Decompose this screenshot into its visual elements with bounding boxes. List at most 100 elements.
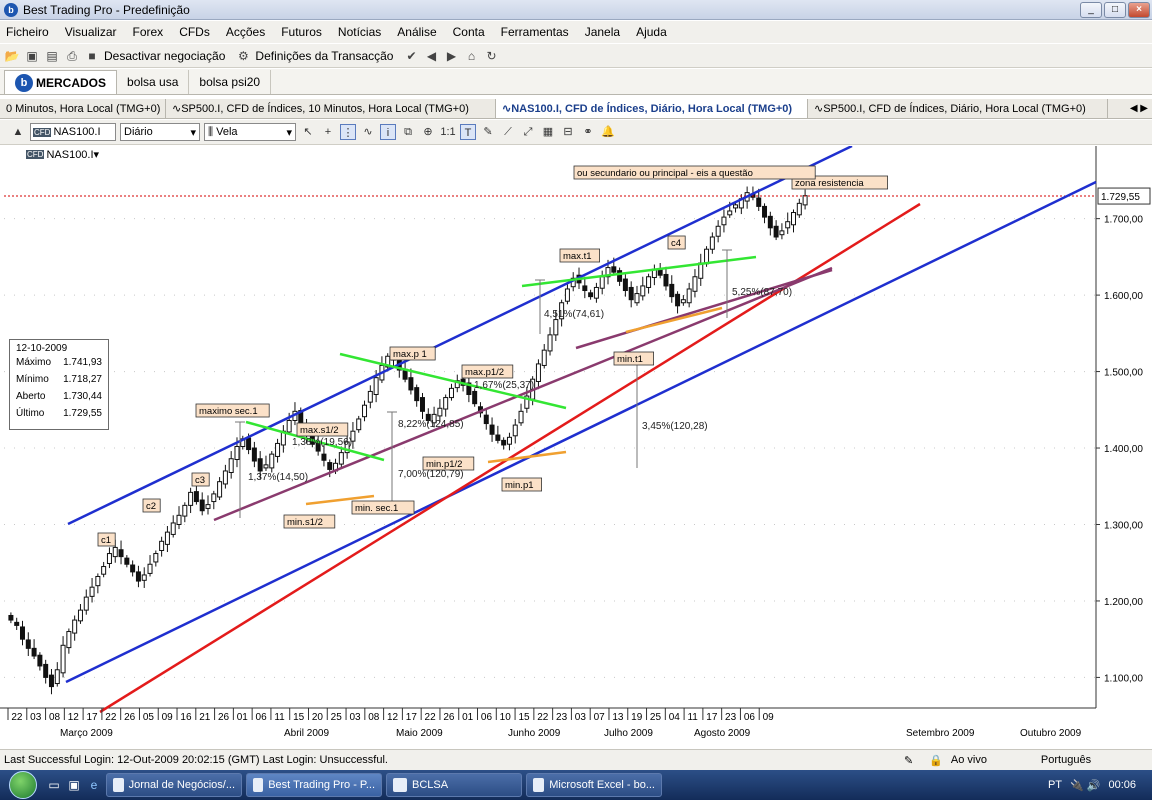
home-icon[interactable]: ⌂: [463, 48, 479, 64]
candle-body: [130, 564, 136, 573]
candle-body: [246, 437, 252, 451]
x-day-label: 06: [481, 712, 493, 723]
minimize-button[interactable]: _: [1080, 2, 1102, 18]
menu-analise[interactable]: Análise: [397, 25, 436, 39]
candle-body: [77, 609, 83, 622]
save-all-icon[interactable]: ▤: [44, 48, 60, 64]
layers-icon[interactable]: ▦: [540, 124, 556, 140]
deactivate-trading-icon[interactable]: ■: [84, 48, 100, 64]
lock-icon: 🔒: [929, 754, 943, 767]
menu-accoes[interactable]: Acções: [226, 25, 265, 39]
line-tool-icon[interactable]: ⟋: [500, 124, 516, 140]
window-title: Best Trading Pro - Predefinição: [23, 2, 190, 17]
indicator-icon[interactable]: ∿: [360, 124, 376, 140]
start-button[interactable]: [0, 770, 46, 800]
cfd-icon: CFD: [33, 127, 52, 137]
x-day-label: 08: [49, 712, 61, 723]
link-icon[interactable]: ⚭: [580, 124, 596, 140]
tray-icons[interactable]: 🔌 🔊: [1070, 779, 1100, 792]
collapse-icon[interactable]: ▲: [10, 124, 26, 140]
tab-bolsa-usa[interactable]: bolsa usa: [117, 70, 190, 94]
zoom-icon[interactable]: ⊕: [420, 124, 436, 140]
show-desktop-icon[interactable]: ▭: [46, 777, 62, 793]
tab-bolsa-psi20[interactable]: bolsa psi20: [189, 70, 272, 94]
candle-body: [164, 531, 170, 545]
deactivate-trading-button[interactable]: Desactivar negociação: [104, 49, 225, 63]
grid-icon[interactable]: ⋮: [340, 124, 356, 140]
y-tick-label: 1.200,00: [1104, 597, 1143, 608]
annotation-label: ou secundario ou principal - eis a quest…: [577, 168, 753, 179]
settings-icon[interactable]: ⚙: [235, 48, 251, 64]
candle-body: [675, 293, 681, 307]
candle-body: [31, 647, 37, 657]
price-chart[interactable]: 1.100,00 1.200,00 1.300,00 1.400,00 1.500,00…: [0, 144, 1152, 742]
menu-janela[interactable]: Janela: [585, 25, 620, 39]
menu-conta[interactable]: Conta: [453, 25, 485, 39]
task-excel[interactable]: Microsoft Excel - bo...: [526, 773, 662, 797]
close-button[interactable]: ×: [1128, 2, 1150, 18]
menu-futuros[interactable]: Futuros: [281, 25, 322, 39]
input-language[interactable]: PT: [1048, 779, 1062, 791]
candle-body: [785, 221, 791, 229]
taskbar: ▭ ▣ e Jornal de Negócios/... Best Tradin…: [0, 770, 1152, 800]
menu-ajuda[interactable]: Ajuda: [636, 25, 667, 39]
ohlc-last: 1.729,55: [63, 408, 102, 419]
info-icon[interactable]: i: [380, 124, 396, 140]
tab-mercados[interactable]: b MERCADOS: [4, 70, 118, 94]
crosshair-icon[interactable]: +: [320, 124, 336, 140]
task-best-trading[interactable]: Best Trading Pro - P...: [246, 773, 382, 797]
scale-1-1-icon[interactable]: 1:1: [440, 124, 456, 140]
purple-trendline-2: [575, 268, 833, 350]
annotation-label: min. sec.1: [355, 503, 398, 514]
candle-body: [704, 248, 710, 265]
resize-icon[interactable]: ⤢: [520, 124, 536, 140]
refresh-icon[interactable]: ↻: [483, 48, 499, 64]
objects-icon[interactable]: ⊟: [560, 124, 576, 140]
candle-body: [512, 424, 518, 437]
menu-forex[interactable]: Forex: [133, 25, 164, 39]
chart-area[interactable]: 1.100,00 1.200,00 1.300,00 1.400,00 1.500,00…: [0, 144, 1152, 742]
workspace-tabs: b MERCADOS bolsa usa bolsa psi20: [0, 69, 1152, 95]
candle-body: [60, 644, 66, 674]
maximize-button[interactable]: □: [1104, 2, 1126, 18]
tab-scroll-arrows-icon[interactable]: ◀ ▶: [1130, 99, 1148, 118]
x-day-label: 01: [462, 712, 474, 723]
x-day-label: 23: [725, 712, 737, 723]
chart-tab-4[interactable]: ∿ SP500.I, CFD de Índices, Diário, Hora …: [808, 99, 1108, 118]
pen-icon[interactable]: ✎: [904, 754, 913, 767]
candle-body: [222, 470, 228, 485]
cursor-icon[interactable]: ↖: [300, 124, 316, 140]
ie-icon[interactable]: e: [86, 777, 102, 793]
window-icon[interactable]: ⧉: [400, 124, 416, 140]
menu-cfds[interactable]: CFDs: [179, 25, 210, 39]
bell-icon[interactable]: 🔔: [600, 124, 616, 140]
symbol-input[interactable]: CFD NAS100.I: [30, 123, 116, 141]
candle-body: [48, 674, 54, 688]
task-jornal[interactable]: Jornal de Negócios/...: [106, 773, 242, 797]
open-folder-icon[interactable]: 📂: [4, 48, 20, 64]
measurement-label: 3,45%(120,28): [642, 421, 708, 432]
save-icon[interactable]: ▣: [24, 48, 40, 64]
candle-body: [437, 407, 443, 417]
menu-ficheiro[interactable]: Ficheiro: [6, 25, 49, 39]
transaction-settings-button[interactable]: Definições da Transacção: [255, 49, 393, 63]
candle-body: [362, 404, 368, 418]
forward-icon[interactable]: ▶: [443, 48, 459, 64]
pen-icon[interactable]: ✎: [480, 124, 496, 140]
menu-ferramentas[interactable]: Ferramentas: [501, 25, 569, 39]
candle-body: [640, 285, 646, 297]
back-icon[interactable]: ◀: [423, 48, 439, 64]
text-tool-icon[interactable]: T: [460, 124, 476, 140]
chart-tab-2[interactable]: ∿ SP500.I, CFD de Índices, 10 Minutos, H…: [166, 99, 496, 118]
chart-tab-3[interactable]: ∿ NAS100.I, CFD de Índices, Diário, Hora…: [496, 99, 808, 118]
menu-visualizar[interactable]: Visualizar: [65, 25, 117, 39]
check-icon[interactable]: ✔: [403, 48, 419, 64]
chart-type-select[interactable]: ⫼ Vela ▾: [204, 123, 296, 141]
window-switch-icon[interactable]: ▣: [66, 777, 82, 793]
task-bclsa[interactable]: BCLSA: [386, 773, 522, 797]
print-icon[interactable]: ⎙: [64, 48, 80, 64]
chart-tab-1[interactable]: 0 Minutos, Hora Local (TMG+0): [0, 99, 166, 118]
period-select[interactable]: Diário ▾: [120, 123, 200, 141]
menu-noticias[interactable]: Notícias: [338, 25, 381, 39]
x-day-label: 12: [387, 712, 399, 723]
